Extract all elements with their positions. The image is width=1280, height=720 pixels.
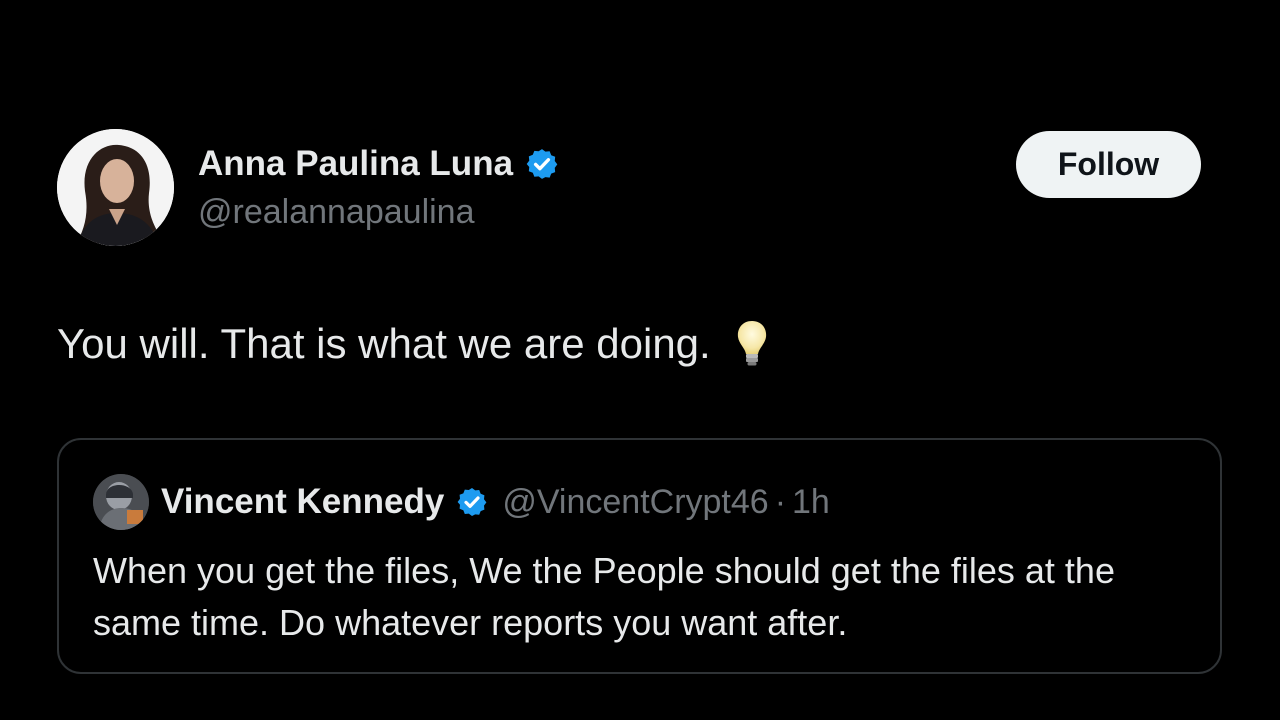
quote-timestamp[interactable]: 1h [792, 483, 830, 522]
tweet-text-content: You will. That is what we are doing. [57, 320, 711, 367]
quote-author-avatar[interactable] [93, 474, 149, 530]
quote-header: Vincent Kennedy @VincentCrypt46 · 1h [161, 480, 830, 524]
author-handle[interactable]: @realannapaulina [198, 193, 475, 232]
author-name[interactable]: Anna Paulina Luna [198, 142, 559, 186]
quote-separator: · [774, 482, 787, 521]
tweet-text: You will. That is what we are doing. [57, 318, 769, 370]
author-name-text[interactable]: Anna Paulina Luna [198, 144, 513, 184]
follow-button[interactable]: Follow [1016, 131, 1201, 198]
author-avatar[interactable] [57, 129, 174, 246]
quoted-tweet-card[interactable]: Vincent Kennedy @VincentCrypt46 · 1h Whe… [57, 438, 1222, 674]
quote-author-handle[interactable]: @VincentCrypt46 [502, 483, 768, 522]
quote-author-name[interactable]: Vincent Kennedy [161, 482, 444, 522]
light-bulb-icon [735, 318, 769, 370]
quote-verified-badge-icon [456, 486, 488, 518]
quote-text: When you get the files, We the People sh… [93, 550, 1115, 643]
verified-badge-icon [525, 147, 559, 181]
